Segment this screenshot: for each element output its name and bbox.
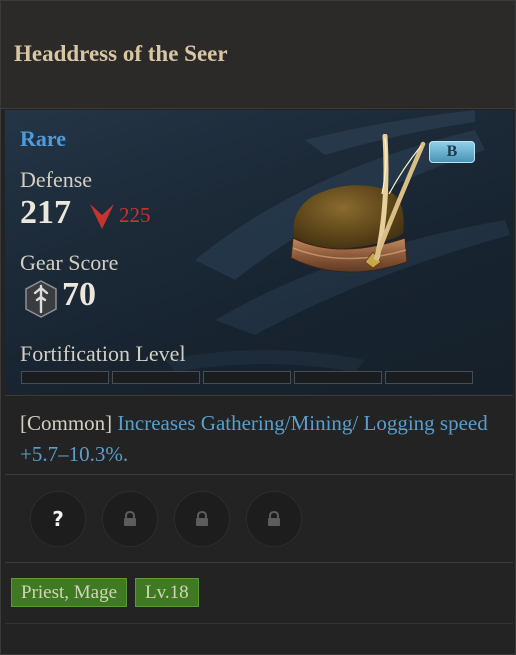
fortification-segment [294,371,382,384]
gear-score-value: 70 [62,276,96,313]
socket-slot-locked[interactable] [174,491,230,547]
grade-badge: B [429,141,475,163]
fortification-segment [21,371,109,384]
fortification-segment [385,371,473,384]
stats-panel: Rare Defense 217 225 Gear Score 70 B For… [5,110,513,394]
gear-score-label: Gear Score [20,250,119,275]
item-effect: [Common] Increases Gathering/Mining/ Log… [5,395,513,475]
defense-compare-value: 225 [119,203,151,227]
lock-icon [268,511,280,526]
socket-slot-unknown[interactable]: ? [30,491,86,547]
fortification-level-bar [21,371,473,384]
requirements: Priest, Mage Lv.18 [11,578,199,607]
effect-tag: [Common] [20,411,113,435]
decrease-arrow-icon [90,204,114,229]
fortification-label: Fortification Level [20,341,186,366]
socket-slots: ? [5,477,513,563]
class-requirement: Priest, Mage [11,578,128,607]
defense-value: 217 [20,194,71,231]
tooltip-footer [5,623,513,653]
item-rarity: Rare [20,126,67,151]
seer-headdress-icon [290,134,426,273]
item-name: Headdress of the Seer [14,41,228,66]
tooltip-header: Headdress of the Seer [1,1,515,109]
level-requirement: Lv.18 [135,578,199,607]
item-tooltip: Headdress of the Seer Rare Defense 217 2… [0,0,516,655]
socket-slot-locked[interactable] [102,491,158,547]
gear-score-icon [25,280,57,318]
lock-icon [196,511,208,526]
fortification-segment [203,371,291,384]
socket-slot-locked[interactable] [246,491,302,547]
lock-icon [124,511,136,526]
fortification-segment [112,371,200,384]
question-icon: ? [52,507,64,531]
defense-label: Defense [20,167,93,192]
